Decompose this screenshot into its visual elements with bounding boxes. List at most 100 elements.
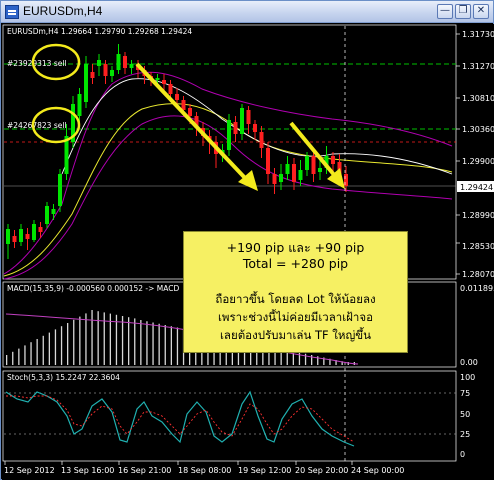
candle-body bbox=[25, 234, 30, 239]
macd-bar bbox=[146, 321, 148, 365]
candle-body bbox=[103, 64, 108, 76]
macd-bar bbox=[73, 319, 75, 365]
candle-body bbox=[162, 80, 166, 84]
macd-bar bbox=[103, 312, 105, 365]
candle-body bbox=[292, 164, 296, 182]
time-axis-labels: 12 Sep 2012 13 Sep 16:00 16 Sep 21:00 18… bbox=[4, 466, 404, 475]
macd-bar bbox=[176, 327, 179, 365]
current-price-label: 1.29424 bbox=[460, 183, 493, 192]
stoch-header: Stoch(5,3,3) 15.2247 22.3604 bbox=[7, 373, 120, 382]
stoch-axis-label: 75 bbox=[460, 389, 470, 398]
candle-body bbox=[318, 168, 322, 172]
macd-bar bbox=[42, 335, 44, 365]
macd-bar bbox=[158, 323, 160, 365]
macd-bar bbox=[79, 316, 81, 365]
trade-note-callout: +190 pip และ +90 pip Total = +280 pip ถื… bbox=[183, 231, 408, 353]
price-axis-label: 1.28990 bbox=[462, 211, 494, 220]
chart-header: EURUSDm,H4 1.29664 1.29790 1.29268 1.294… bbox=[7, 27, 192, 36]
candle-body bbox=[168, 84, 173, 94]
macd-bar bbox=[54, 329, 57, 365]
macd-bar bbox=[128, 317, 130, 365]
candle-body bbox=[38, 227, 43, 232]
chart-canvas[interactable]: 1.31730 1.31270 1.30810 1.30360 1.29900 … bbox=[2, 24, 494, 480]
title-bar[interactable]: EURUSDm,H4 — ❐ ✕ bbox=[1, 1, 493, 23]
chart-window-icon bbox=[5, 5, 19, 19]
macd-bar bbox=[6, 355, 8, 365]
stoch-axis-label: 25 bbox=[460, 430, 470, 439]
time-axis-label: 24 Sep 00:00 bbox=[351, 466, 404, 475]
time-axis-label: 12 Sep 2012 bbox=[4, 466, 55, 475]
candle-body bbox=[233, 122, 238, 134]
candle-body bbox=[58, 174, 62, 206]
candle-body bbox=[279, 174, 283, 182]
note-line-5: เลยต้องปรับมาเล่น TF ใหญ่ขึ้น bbox=[219, 328, 372, 342]
macd-bar bbox=[152, 322, 154, 365]
macd-bar bbox=[134, 318, 136, 365]
candle-body bbox=[116, 54, 121, 70]
macd-bar bbox=[91, 310, 93, 365]
order-label-1: #23929313 sell bbox=[7, 59, 67, 68]
candle-body bbox=[285, 164, 290, 174]
candle-body bbox=[97, 60, 101, 66]
candle-body bbox=[266, 148, 270, 174]
candle-body bbox=[6, 229, 10, 244]
note-line-2: Total = +280 pip bbox=[242, 256, 349, 271]
candle-body bbox=[181, 100, 186, 110]
price-axis-label: 1.30810 bbox=[462, 94, 494, 103]
macd-bar bbox=[164, 325, 166, 365]
candle-body bbox=[90, 72, 95, 78]
candle-body bbox=[246, 110, 251, 124]
candle-body bbox=[253, 124, 257, 132]
macd-bar bbox=[115, 314, 118, 365]
candle-body bbox=[305, 156, 309, 170]
candle-body bbox=[259, 132, 264, 148]
chart-window: EURUSDm,H4 — ❐ ✕ 1.31730 1.31270 1.30810… bbox=[0, 0, 494, 480]
note-line-3: ถือยาวขึ้น โดยลด Lot ให้น้อยลง bbox=[215, 292, 376, 306]
candle-body bbox=[84, 64, 88, 102]
time-axis-label: 13 Sep 16:00 bbox=[61, 466, 114, 475]
time-axis-label: 18 Sep 08:00 bbox=[178, 466, 231, 475]
minimize-icon[interactable]: — bbox=[437, 4, 453, 19]
macd-bar bbox=[30, 342, 32, 365]
candle-body bbox=[227, 120, 231, 150]
candle-body bbox=[19, 229, 23, 242]
time-axis-label: 16 Sep 21:00 bbox=[118, 466, 171, 475]
candle-body bbox=[129, 64, 134, 68]
macd-axis-label: 0.00 bbox=[460, 358, 478, 367]
candle-body bbox=[32, 224, 36, 240]
candle-body bbox=[77, 94, 82, 116]
stoch-axis-label: 0 bbox=[460, 450, 465, 459]
price-axis-label: 1.30360 bbox=[462, 125, 494, 134]
price-axis-label: 1.28530 bbox=[462, 242, 494, 251]
macd-bar bbox=[60, 326, 63, 365]
candle-body bbox=[155, 78, 160, 80]
restore-icon[interactable]: ❐ bbox=[455, 4, 471, 19]
candle-body bbox=[45, 206, 49, 224]
candle-body bbox=[331, 156, 335, 164]
note-line-1: +190 pip และ +90 pip bbox=[226, 240, 365, 255]
candle-body bbox=[240, 108, 244, 134]
candle-body bbox=[298, 170, 303, 180]
candle-body bbox=[272, 174, 277, 184]
price-axis-label: 1.29900 bbox=[462, 157, 494, 166]
stoch-axis-label: 100 bbox=[460, 373, 475, 382]
macd-bar bbox=[121, 316, 124, 365]
candle-body bbox=[123, 56, 127, 68]
stoch-axis-label: 50 bbox=[460, 410, 470, 419]
candle-body bbox=[175, 94, 179, 100]
window-title: EURUSDm,H4 bbox=[23, 4, 103, 18]
macd-bar bbox=[18, 348, 20, 365]
macd-bar bbox=[85, 313, 87, 365]
price-axis-label: 1.28070 bbox=[462, 270, 494, 279]
macd-bar bbox=[67, 323, 69, 365]
price-axis-label: 1.31270 bbox=[462, 62, 494, 71]
candle-body bbox=[311, 156, 316, 174]
time-axis-label: 19 Sep 12:00 bbox=[238, 466, 291, 475]
candle-body bbox=[12, 236, 17, 242]
order-label-2: #24267823 sell bbox=[7, 121, 67, 130]
macd-bar bbox=[97, 311, 99, 365]
macd-bar bbox=[48, 332, 50, 365]
close-icon[interactable]: ✕ bbox=[473, 4, 489, 19]
macd-bar bbox=[170, 326, 172, 365]
macd-bar bbox=[140, 320, 142, 365]
